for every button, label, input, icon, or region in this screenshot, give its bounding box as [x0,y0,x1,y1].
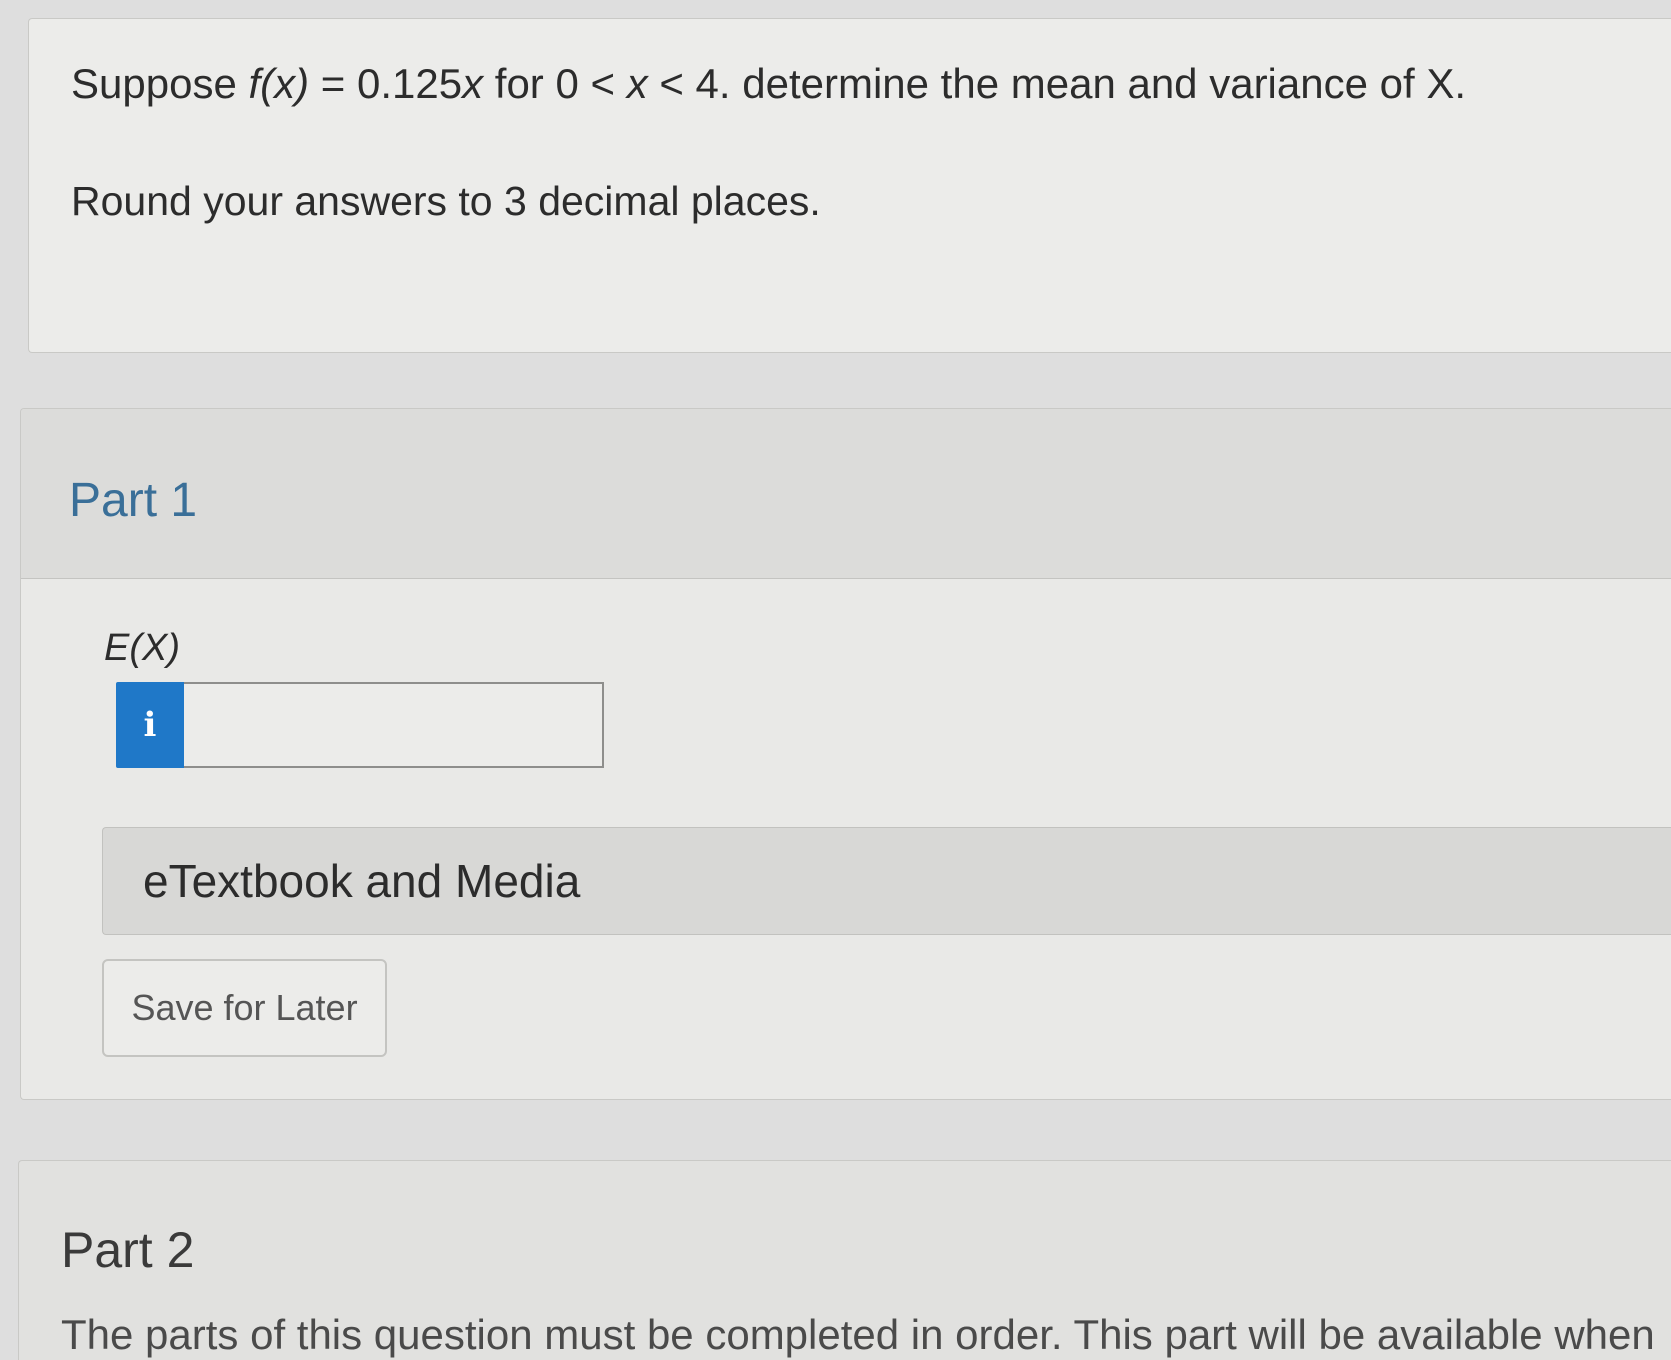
info-icon[interactable]: i [116,682,184,768]
expected-value-input[interactable] [184,682,604,768]
variable-x-2: x [626,60,648,107]
rounding-instruction: Round your answers to 3 decimal places. [71,178,821,224]
part2-card: Part 2 The parts of this question must b… [18,1160,1671,1360]
equation-middle: = 0.125 [309,60,463,107]
etextbook-media-label: eTextbook and Media [143,855,581,907]
question-suffix: < 4. determine the mean and variance of … [647,60,1467,107]
domain-text: for 0 < [483,60,627,107]
question-prefix: Suppose [71,60,249,107]
etextbook-media-button[interactable]: eTextbook and Media [102,827,1671,935]
part2-locked-note: The parts of this question must be compl… [61,1311,1655,1358]
variable-x: x [462,60,484,107]
save-for-later-button[interactable]: Save for Later [102,959,387,1057]
function-symbol: f(x) [248,60,310,107]
part1-card: Part 1 E(X) i eTextbook and Media Save f… [20,408,1671,1100]
question-card: Suppose f(x) = 0.125x for 0 < x < 4. det… [28,18,1671,353]
expected-value-label: E(X) [104,627,180,669]
question-text: Suppose f(x) = 0.125x for 0 < x < 4. det… [71,59,1466,109]
part1-title: Part 1 [69,474,198,527]
answer-row: i [116,682,604,768]
part2-title: Part 2 [61,1222,195,1278]
part1-header: Part 1 [21,409,1671,579]
